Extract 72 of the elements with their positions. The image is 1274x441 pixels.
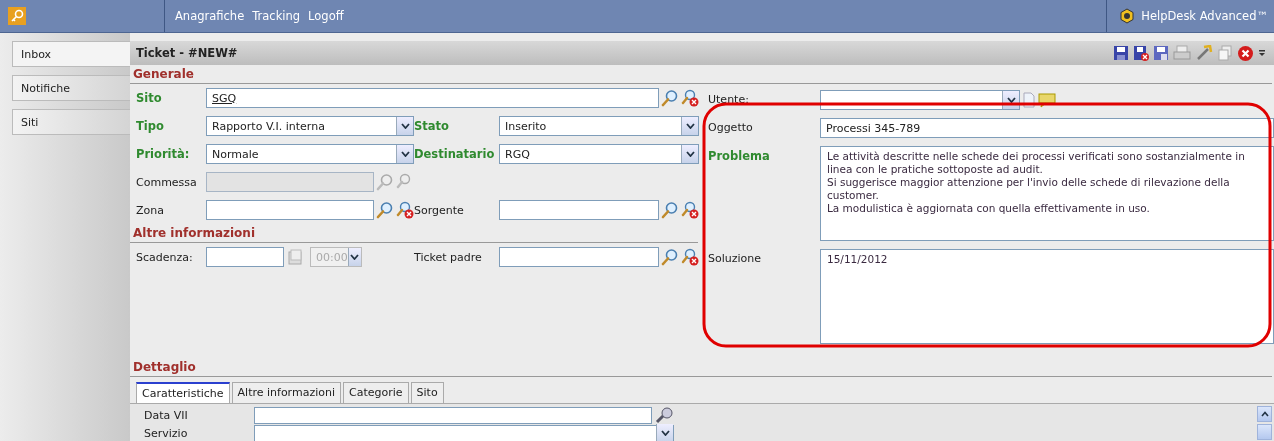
key-logo-icon [8, 7, 26, 25]
date-field[interactable] [254, 406, 652, 424]
field-label: Zona [136, 203, 164, 217]
detail-tab[interactable]: Categorie [343, 382, 409, 403]
caret-icon[interactable] [660, 430, 670, 436]
dropdown-field[interactable]: RGQ [499, 144, 699, 164]
search-icon[interactable] [661, 248, 679, 266]
field-label: Ticket padre [414, 250, 482, 264]
clear-search-icon[interactable] [681, 201, 699, 219]
lookup-field[interactable] [499, 247, 659, 267]
text-area[interactable]: Le attività descritte nelle schede dei processi verificati sono sostanzialmente in linea con le pratiche sottoposte ad audit. Si suggerisce maggior attenzione per l'invio delle schede di rilevazione della customer. La modulistica è aggiornata con quella effettivamente in uso. [820, 146, 1274, 241]
field-label: Scadenza: [136, 250, 193, 264]
chat-icon[interactable] [1038, 92, 1058, 108]
menu-link[interactable]: Anagrafiche [175, 9, 245, 23]
save-close-icon[interactable] [1133, 45, 1149, 61]
search-icon[interactable] [661, 201, 679, 219]
document-icon[interactable] [1022, 92, 1036, 108]
detail-tab[interactable]: Sito [410, 382, 444, 403]
field-label: Stato [414, 119, 449, 133]
detail-tab[interactable]: Altre informazioni [231, 382, 341, 403]
search-icon[interactable] [376, 201, 394, 219]
search-icon[interactable] [661, 89, 679, 107]
lookup-field[interactable]: SGQ [206, 88, 659, 108]
hexagon-logo-icon [1119, 8, 1136, 24]
field-label: Problema [708, 148, 770, 163]
clear-search-icon[interactable] [681, 89, 699, 107]
caret-icon[interactable] [400, 123, 410, 129]
scroll-up-button[interactable] [1257, 406, 1272, 422]
menu-link[interactable]: Tracking [252, 9, 301, 23]
clear-search-icon[interactable] [681, 248, 699, 266]
overflow-caret-icon[interactable] [1258, 49, 1266, 57]
dropdown-field[interactable]: Rapporto V.I. interna [206, 116, 414, 136]
section-title: Generale [130, 65, 1272, 84]
scrollbar-thumb[interactable] [1257, 424, 1272, 440]
field-label: Commessa [136, 175, 197, 189]
field-label: Tipo [136, 119, 164, 133]
subject-field[interactable]: Processi 345-789 [820, 118, 1274, 138]
text-area[interactable]: 15/11/2012 [820, 249, 1274, 344]
dropdown-field[interactable] [254, 424, 674, 441]
menu-link[interactable]: Logoff [308, 9, 344, 23]
caret-icon[interactable] [400, 151, 410, 157]
wand-icon[interactable] [1195, 45, 1213, 61]
section-title: Dettaglio [130, 358, 1272, 377]
section-title: Altre informazioni [130, 224, 698, 243]
field-label: Sorgente [414, 203, 464, 217]
field-label: Data VII [144, 408, 188, 422]
date-field[interactable] [206, 247, 284, 267]
sidebar-tab[interactable]: Notifiche [12, 75, 130, 101]
field-label: Utente: [708, 92, 749, 106]
save-icon[interactable] [1113, 45, 1129, 61]
dropdown-field[interactable]: Inserito [499, 116, 699, 136]
sidebar-tab[interactable]: Inbox [12, 41, 130, 67]
field-label: Priorità: [136, 147, 190, 161]
dropdown-field[interactable]: Normale [206, 144, 414, 164]
sidebar-tab[interactable]: Siti [12, 109, 130, 135]
product-name: HelpDesk Advanced™ [1141, 9, 1268, 23]
lookup-field[interactable] [206, 200, 374, 220]
ticket-title: Ticket - #NEW# [136, 46, 238, 60]
lookup-field[interactable] [499, 200, 659, 220]
clear-search-icon[interactable] [396, 201, 414, 219]
field-label: Oggetto [708, 120, 753, 134]
caret-icon[interactable] [1006, 97, 1016, 103]
caret-icon[interactable] [685, 151, 695, 157]
detail-tab[interactable]: Caratteristiche [136, 382, 230, 403]
field-label: Destinatario [414, 147, 495, 161]
field-label: Soluzione [708, 251, 762, 265]
caret-icon[interactable] [685, 123, 695, 129]
user-dropdown[interactable] [820, 90, 1020, 110]
field-label: Sito [136, 91, 162, 105]
field-label: Servizio [144, 426, 188, 440]
close-icon[interactable] [1237, 44, 1254, 62]
save-new-icon[interactable] [1153, 45, 1169, 61]
